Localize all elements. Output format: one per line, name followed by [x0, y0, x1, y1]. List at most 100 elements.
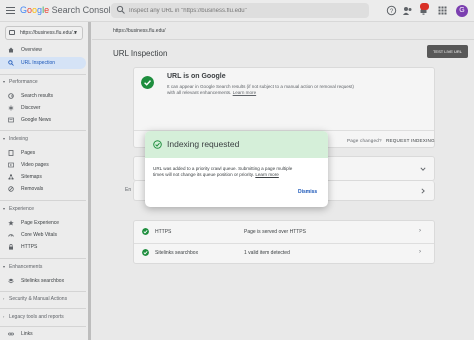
check-circle-icon — [142, 228, 149, 235]
sidebar-item-label: URL Inspection — [21, 60, 55, 66]
divider — [0, 291, 86, 292]
row-label: HTTPS — [155, 229, 172, 235]
indexing-requested-dialog: Indexing requested URL was added to a pr… — [145, 131, 328, 207]
sidebar-item-label: Search results — [21, 93, 53, 99]
sidebar: https://business.flu.edu/... ▼ Overview … — [0, 22, 88, 340]
sidebar-item-sitelinks-searchbox[interactable]: Sitelinks searchbox — [0, 275, 86, 287]
caret-icon: ▾ — [3, 264, 6, 269]
g-logo-icon — [8, 93, 14, 99]
dismiss-button[interactable]: Dismiss — [298, 189, 317, 195]
caret-icon: ▾ — [3, 206, 6, 211]
chevron-down-icon[interactable] — [420, 166, 426, 172]
sidebar-item-core-web-vitals[interactable]: Core Web Vitals — [0, 229, 86, 241]
gauge-icon — [8, 234, 14, 237]
star-badge-icon — [8, 220, 14, 226]
sidebar-item-sitemaps[interactable]: Sitemaps — [0, 171, 86, 183]
section-legacy-tools[interactable]: › Legacy tools and reports — [0, 314, 86, 320]
divider — [0, 200, 86, 201]
home-icon — [8, 47, 14, 53]
learn-more-link[interactable]: Learn more — [255, 172, 279, 177]
property-selector[interactable]: https://business.flu.edu/... ▼ — [5, 26, 83, 40]
sidebar-item-https[interactable]: HTTPS — [0, 241, 86, 253]
section-title: Legacy tools and reports — [9, 314, 64, 320]
chevron-right-icon: › — [419, 249, 421, 255]
caret-down-icon: ▼ — [73, 30, 78, 36]
page-title: URL Inspection — [113, 49, 168, 58]
menu-icon[interactable] — [6, 7, 15, 14]
status-description: It can appear in Google Search results (… — [167, 84, 357, 96]
top-bar: Google Search Console ? G — [0, 0, 474, 22]
avatar[interactable]: G — [456, 5, 468, 17]
sidebar-item-links[interactable]: Links — [0, 328, 86, 340]
test-live-url-button[interactable]: TEST LIVE URL — [427, 45, 468, 58]
row-value: Page is served over HTTPS — [244, 229, 306, 235]
sidebar-item-video-pages[interactable]: Video pages — [0, 159, 86, 171]
sidebar-item-label: Removals — [21, 186, 44, 192]
notification-badge — [420, 3, 429, 10]
row-value: 1 valid item detected — [244, 250, 290, 256]
enhancement-row-sitelinks[interactable]: Sitelinks searchbox 1 valid item detecte… — [134, 243, 434, 264]
sidebar-item-label: Links — [21, 331, 33, 337]
caret-icon: › — [3, 296, 5, 301]
learn-more-link[interactable]: Learn more — [233, 90, 257, 95]
sidebar-item-removals[interactable]: Removals — [0, 183, 86, 195]
section-security-manual-actions[interactable]: › Security & Manual Actions — [0, 296, 86, 302]
dialog-body: URL was added to a priority crawl queue.… — [153, 166, 293, 178]
sidebar-item-pages[interactable]: Pages — [0, 147, 86, 159]
inspect-url-input[interactable] — [129, 4, 365, 17]
sidebar-item-label: Discover — [21, 105, 41, 111]
asterisk-icon — [8, 105, 14, 111]
sidebar-item-label: HTTPS — [21, 244, 38, 250]
sidebar-item-label: Overview — [21, 47, 42, 53]
check-circle-icon — [153, 140, 162, 149]
enhancement-row-https[interactable]: HTTPS Page is served over HTTPS › — [134, 222, 434, 243]
chevron-right-icon[interactable] — [420, 188, 426, 194]
apps-grid-icon[interactable] — [437, 5, 448, 16]
check-circle-icon — [141, 76, 154, 89]
sidebar-item-search-results[interactable]: Search results — [0, 90, 86, 102]
sidebar-item-label: Video pages — [21, 162, 49, 168]
sidebar-item-label: Google News — [21, 117, 52, 123]
request-indexing-button[interactable]: REQUEST INDEXING — [386, 138, 435, 143]
section-indexing[interactable]: ▾ Indexing — [0, 136, 86, 142]
section-title: Enhancements — [9, 264, 43, 270]
caret-icon: › — [3, 314, 5, 319]
sidebar-item-label: Core Web Vitals — [21, 232, 57, 238]
search-icon — [8, 60, 14, 66]
row-label: Sitelinks searchbox — [155, 250, 199, 256]
globe-icon — [9, 30, 15, 35]
enhancements-card: HTTPS Page is served over HTTPS › Siteli… — [133, 220, 435, 264]
divider — [0, 130, 86, 131]
sidebar-item-discover[interactable]: Discover — [0, 102, 86, 114]
inspect-search-bar[interactable] — [111, 3, 369, 18]
section-title: Performance — [9, 79, 38, 85]
sidebar-item-label: Page Experience — [21, 220, 60, 226]
layers-icon — [8, 278, 14, 284]
enhancements-heading: En — [125, 187, 132, 193]
help-icon[interactable]: ? — [386, 5, 397, 16]
section-title: Indexing — [9, 136, 28, 142]
section-title: Experience — [9, 206, 35, 212]
sidebar-item-url-inspection[interactable]: URL Inspection — [0, 57, 86, 69]
inspected-url: https://business.flu.edu/ — [113, 28, 166, 34]
lock-icon — [9, 244, 13, 250]
sidebar-scrollbar[interactable] — [88, 22, 91, 340]
users-icon[interactable] — [402, 5, 413, 16]
sidebar-item-label: Sitemaps — [21, 174, 42, 180]
section-enhancements[interactable]: ▾ Enhancements — [0, 264, 86, 270]
logo-letter: e — [44, 5, 50, 15]
app-logo[interactable]: Google Search Console — [20, 5, 116, 15]
sidebar-item-google-news[interactable]: Google News — [0, 114, 86, 126]
link-icon — [8, 332, 14, 336]
news-icon — [8, 117, 14, 123]
divider — [92, 39, 474, 40]
section-experience[interactable]: ▾ Experience — [0, 206, 86, 212]
sidebar-item-page-experience[interactable]: Page Experience — [0, 217, 86, 229]
chevron-right-icon: › — [419, 228, 421, 234]
sidebar-item-overview[interactable]: Overview — [0, 44, 86, 56]
check-circle-icon — [142, 249, 149, 256]
divider — [0, 74, 86, 75]
section-performance[interactable]: ▾ Performance — [0, 79, 86, 85]
video-icon — [8, 162, 14, 168]
divider — [0, 258, 86, 259]
